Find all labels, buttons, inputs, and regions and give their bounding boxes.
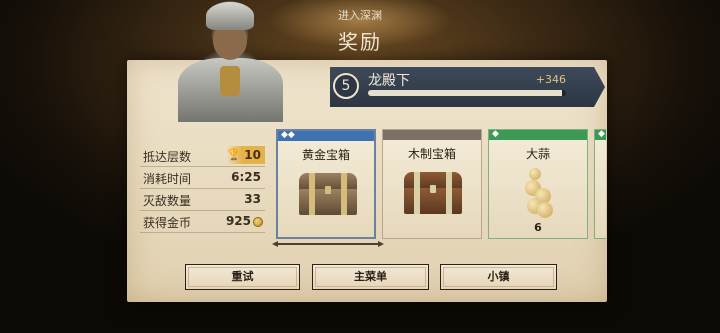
xp-gain: +346	[535, 73, 566, 86]
reward-card-gold-chest[interactable]: ◆◆ 黄金宝箱	[276, 129, 376, 239]
stat-label: 灭敌数量	[143, 194, 192, 208]
stat-value: 10	[244, 148, 261, 162]
garlic-icon	[525, 166, 555, 218]
reward-count: 6	[534, 221, 542, 234]
screen-title: 奖励	[338, 30, 382, 54]
rarity-band	[383, 130, 481, 140]
stat-value: 33	[244, 192, 261, 206]
level-name: 龙殿下	[368, 73, 410, 89]
gold-chest-icon	[299, 173, 357, 217]
wood-chest-icon	[404, 172, 462, 216]
stat-label: 获得金币	[143, 216, 192, 230]
reward-name: 大蒜	[525, 147, 550, 161]
reward-name: 黄金宝箱	[301, 148, 350, 162]
screen-subtitle: 进入深渊	[338, 9, 382, 22]
town-button[interactable]: 小镇	[440, 264, 557, 290]
selection-indicator	[272, 241, 384, 247]
stat-value: 925	[225, 214, 251, 228]
reward-card-wood-chest[interactable]: 木制宝箱	[382, 129, 482, 239]
rarity-diamonds-icon: ◆	[598, 129, 605, 139]
main-menu-button[interactable]: 主菜单	[312, 264, 429, 290]
stat-row-gold: 获得金币 925	[140, 211, 265, 233]
stats-list: 抵达层数 🏆 10 消耗时间 6:25 灭敌数量 33 获得金币 925	[140, 145, 265, 233]
coin-icon	[253, 217, 263, 227]
stat-label: 抵达层数	[143, 150, 192, 164]
stat-label: 消耗时间	[143, 172, 192, 186]
reward-cards[interactable]: ◆◆ 黄金宝箱 木制宝箱 ◆ 大蒜 6 ◆	[276, 129, 606, 241]
reward-card-partial[interactable]: ◆	[594, 129, 606, 239]
retry-button[interactable]: 重试	[185, 264, 300, 290]
trophy-icon: 🏆	[227, 148, 241, 161]
stat-row-time: 消耗时间 6:25	[140, 167, 265, 189]
stat-row-kills: 灭敌数量 33	[140, 189, 265, 211]
rarity-band	[489, 130, 587, 140]
xp-progress-bar	[368, 90, 566, 96]
level-number: 5	[333, 73, 359, 99]
stat-value: 6:25	[231, 170, 261, 184]
warrior-portrait	[170, 0, 290, 122]
xp-progress-fill	[368, 90, 563, 96]
reward-name: 木制宝箱	[407, 147, 456, 161]
stat-row-floor: 抵达层数 🏆 10	[140, 145, 265, 167]
rarity-diamonds-icon: ◆	[492, 129, 499, 139]
rarity-diamonds-icon: ◆◆	[281, 130, 295, 140]
reward-card-garlic[interactable]: ◆ 大蒜 6	[488, 129, 588, 239]
